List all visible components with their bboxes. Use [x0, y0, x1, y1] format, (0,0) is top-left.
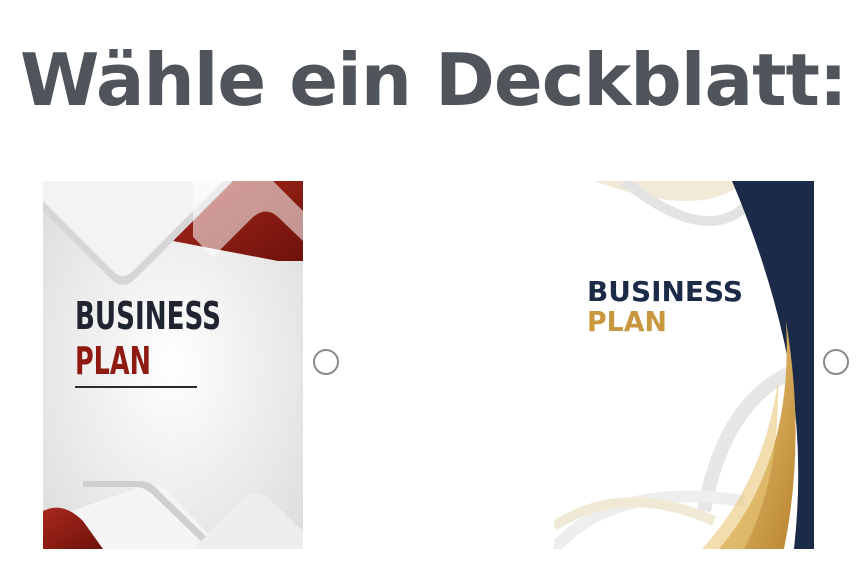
- cover-navy-title-line1: BUSINESS: [587, 275, 743, 308]
- cover-option-red[interactable]: BUSINESS PLAN: [43, 181, 303, 549]
- cover-option-navy-radio[interactable]: [823, 349, 849, 375]
- cover-option-navy[interactable]: BUSINESS PLAN: [554, 181, 814, 549]
- cover-red-title-line2: PLAN: [75, 339, 151, 383]
- cover-red-image: BUSINESS PLAN: [43, 181, 303, 549]
- cover-navy-image: BUSINESS PLAN: [554, 181, 814, 549]
- cover-chooser: Wähle ein Deckblatt: BUSINESS PLAN BUSIN…: [0, 0, 856, 578]
- cover-red-title-line1: BUSINESS: [75, 294, 221, 338]
- cover-navy-title-line2: PLAN: [587, 305, 667, 338]
- page-title: Wähle ein Deckblatt:: [20, 38, 848, 122]
- cover-option-red-radio[interactable]: [313, 349, 339, 375]
